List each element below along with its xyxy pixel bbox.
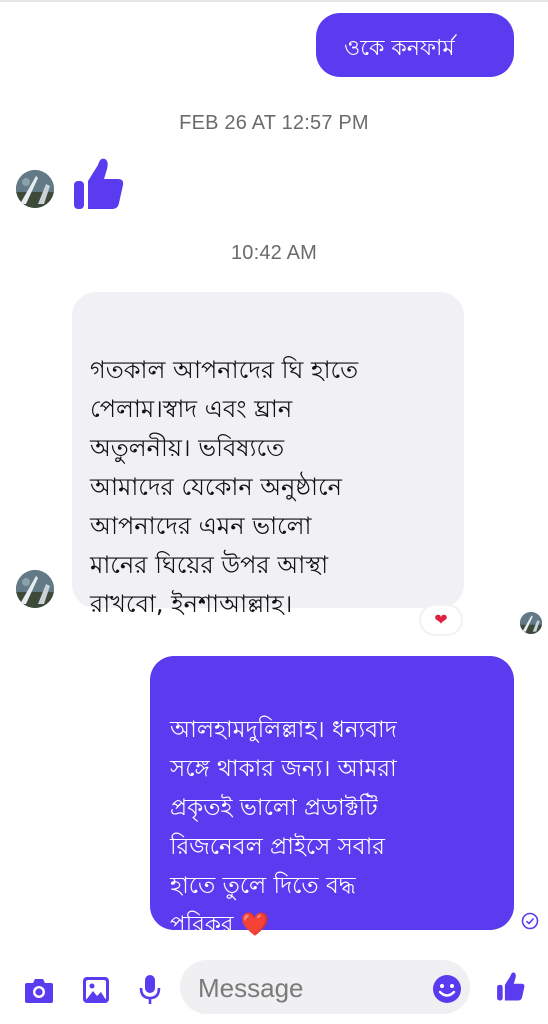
message-input-container[interactable] [180,960,470,1014]
timestamp: 10:42 AM [230,242,318,264]
message-text: গতকাল আপনাদের ঘি হাতে পেলাম।স্বাদ এবং ঘ্… [90,356,359,618]
camera-icon[interactable] [24,976,54,1004]
microphone-icon[interactable] [138,974,162,1006]
sent-check-icon [521,912,539,930]
heart-reaction[interactable]: ❤ [421,606,461,634]
outgoing-message[interactable]: আলহামদুলিল্লাহ। ধন্যবাদ সঙ্গে থাকার জন্য… [150,656,514,938]
heart-icon: ❤ [434,610,448,629]
gallery-icon[interactable] [82,976,110,1004]
contact-avatar[interactable] [16,170,54,208]
like-message[interactable] [72,155,126,211]
incoming-message[interactable]: গতকাল আপনাদের ঘি হাতে পেলাম।স্বাদ এবং ঘ্… [72,292,464,618]
top-divider [0,0,548,2]
outgoing-message[interactable]: ওকে কনফার্ম [316,13,514,77]
message-text: ওকে কনফার্ম [344,36,455,61]
timestamp: FEB 26 AT 12:57 PM [179,112,369,134]
message-input[interactable] [196,968,420,1008]
contact-avatar[interactable] [16,570,54,608]
emoji-icon[interactable] [432,974,462,1004]
thumbs-up-icon[interactable] [496,970,526,1002]
seen-avatar [520,612,542,634]
message-text: আলহামদুলিল্লাহ। ধন্যবাদ সঙ্গে থাকার জন্য… [170,717,397,938]
thumbs-up-icon [74,158,124,209]
